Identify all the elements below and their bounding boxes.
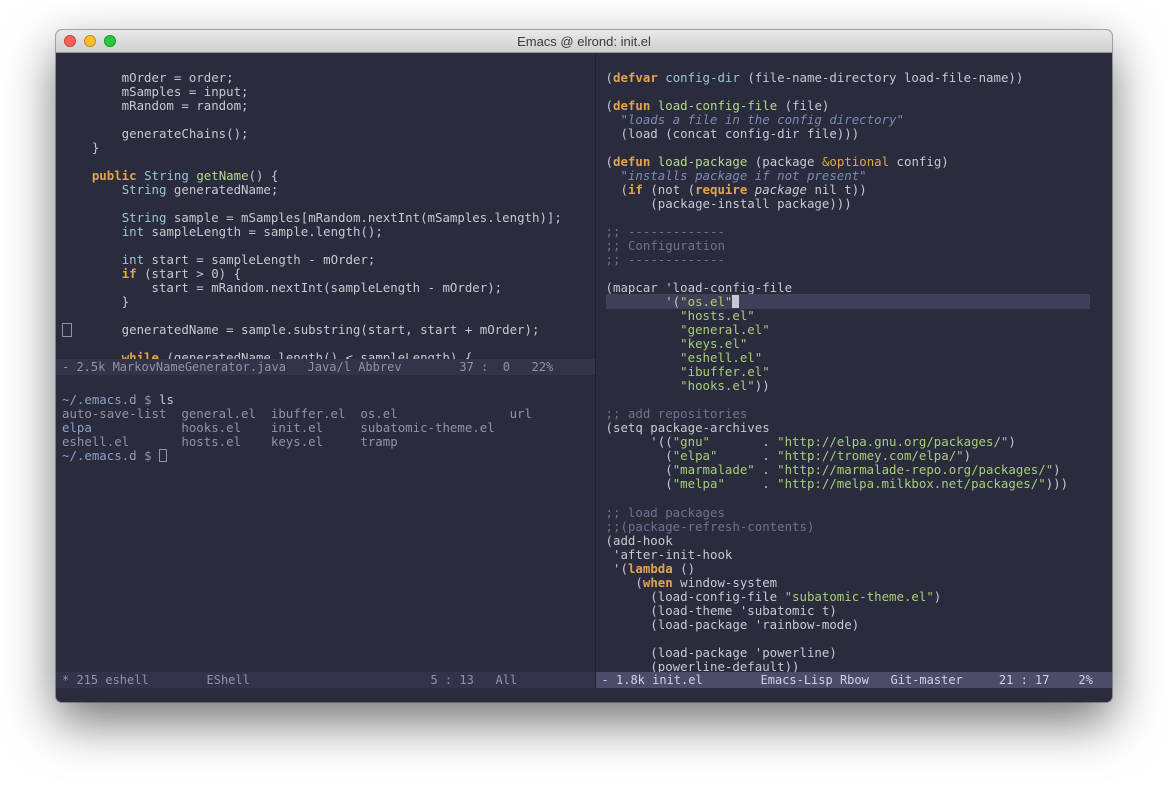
fringe-cursor-icon: [62, 323, 72, 337]
eshell-buffer[interactable]: ~/.emacs.d $ ls auto-save-list general.e…: [56, 375, 595, 672]
current-line: '("os.el": [606, 294, 1090, 309]
cursor-icon: [732, 295, 739, 308]
minimize-icon[interactable]: [84, 35, 96, 47]
code-line: mSamples = input;: [62, 84, 249, 99]
left-column: mOrder = order; mSamples = input; mRando…: [56, 53, 596, 688]
modeline-init[interactable]: - 1.8k init.el Emacs-Lisp Rbow Git-maste…: [596, 672, 1112, 688]
java-buffer[interactable]: mOrder = order; mSamples = input; mRando…: [56, 53, 595, 359]
modeline-java[interactable]: - 2.5k MarkovNameGenerator.java Java/l A…: [56, 359, 595, 375]
window-title: Emacs @ elrond: init.el: [56, 34, 1112, 49]
code-line: generateChains();: [62, 126, 249, 141]
right-column: (defvar config-dir (file-name-directory …: [596, 53, 1112, 688]
code-line: mOrder = order;: [62, 70, 234, 85]
code-line: mRandom = random;: [62, 98, 249, 113]
modeline-eshell[interactable]: * 215 eshell EShell 5 : 13 All: [56, 672, 595, 688]
minibuffer[interactable]: [56, 688, 1112, 702]
code-line: }: [62, 140, 99, 155]
elisp-buffer[interactable]: (defvar config-dir (file-name-directory …: [596, 53, 1112, 672]
zoom-icon[interactable]: [104, 35, 116, 47]
titlebar: Emacs @ elrond: init.el: [56, 30, 1112, 53]
close-icon[interactable]: [64, 35, 76, 47]
frame-body: mOrder = order; mSamples = input; mRando…: [56, 53, 1112, 688]
traffic-lights: [64, 35, 116, 47]
emacs-window: Emacs @ elrond: init.el mOrder = order; …: [56, 30, 1112, 702]
cursor-icon: [159, 449, 167, 462]
